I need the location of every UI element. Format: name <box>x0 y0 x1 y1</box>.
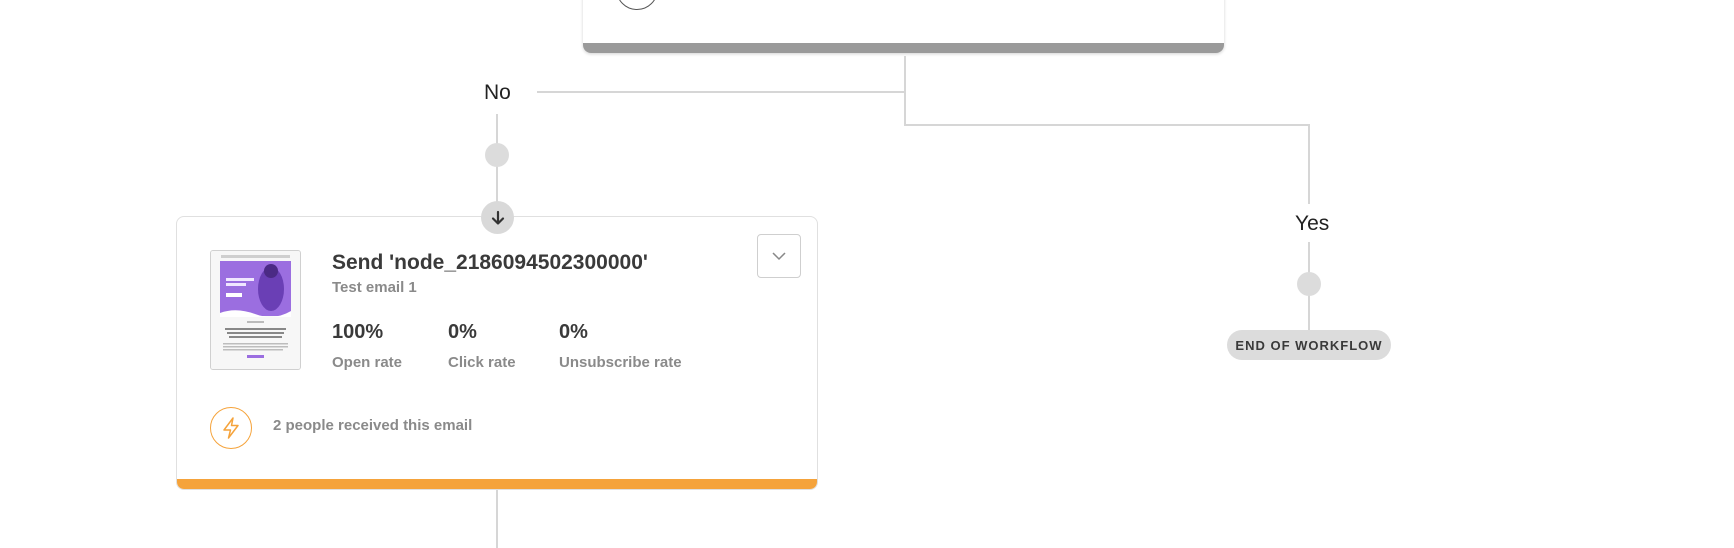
email-node-title: Send 'node_2186094502300000' <box>332 251 648 274</box>
stat-label: Open rate <box>332 354 403 371</box>
email-thumbnail[interactable] <box>210 250 301 370</box>
stat-open-rate: 100% Open rate <box>332 321 402 371</box>
condition-icon <box>616 0 658 10</box>
branch-label-yes: Yes <box>1295 212 1330 235</box>
arrow-down-icon <box>491 210 504 225</box>
connector-line <box>496 490 498 548</box>
received-count-text: 2 people received this email <box>273 417 473 434</box>
send-email-node[interactable]: Send 'node_2186094502300000' Test email … <box>176 216 818 490</box>
end-of-workflow-badge: END OF WORKFLOW <box>1227 330 1391 360</box>
condition-card-status-bar <box>583 43 1224 53</box>
chevron-down-icon <box>772 252 786 261</box>
insert-step-button[interactable] <box>481 201 514 234</box>
condition-card[interactable] <box>583 0 1224 53</box>
stat-value: 0% <box>559 321 588 343</box>
branch-label-no: No <box>484 81 511 104</box>
email-preview-image <box>211 251 300 369</box>
stat-label: Unsubscribe rate <box>559 354 682 371</box>
stat-label: Click rate <box>448 354 516 371</box>
connector-line <box>1308 124 1310 204</box>
connector-dot <box>1297 272 1321 296</box>
trigger-badge <box>210 407 252 449</box>
email-node-subtitle: Test email 1 <box>332 279 417 296</box>
stat-click-rate: 0% Click rate <box>448 321 516 371</box>
stat-value: 100% <box>332 321 384 343</box>
email-node-status-bar <box>177 479 817 489</box>
lightning-bolt-icon <box>223 417 239 439</box>
connector-dot <box>485 143 509 167</box>
stat-value: 0% <box>448 321 477 343</box>
stat-unsubscribe-rate: 0% Unsubscribe rate <box>559 321 682 371</box>
connector-line <box>904 124 1310 126</box>
connector-line <box>537 91 906 93</box>
node-options-dropdown[interactable] <box>757 234 801 278</box>
